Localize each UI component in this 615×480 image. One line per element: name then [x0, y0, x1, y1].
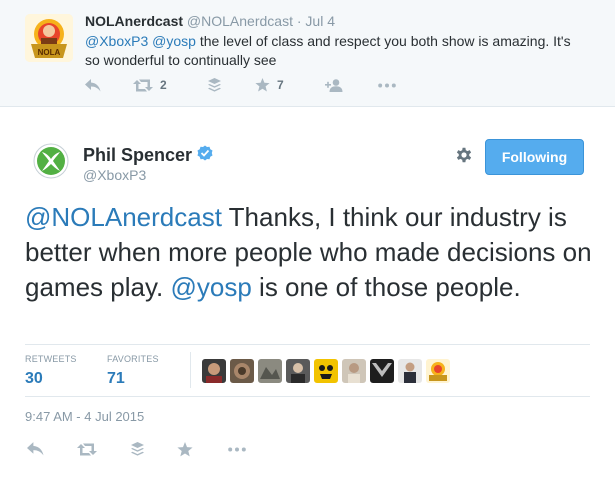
- favoriter-avatar-3[interactable]: [258, 359, 282, 383]
- stack-icon: [131, 442, 144, 456]
- favoriter-avatar-6[interactable]: [342, 359, 366, 383]
- retweet-button[interactable]: 2: [133, 76, 167, 94]
- favoriter-avatar-2[interactable]: [230, 359, 254, 383]
- reply-button[interactable]: [27, 440, 44, 458]
- favoriter-avatar-1[interactable]: [202, 359, 226, 383]
- reply-button[interactable]: [85, 76, 101, 94]
- more-dots-icon: [378, 83, 396, 88]
- reply-icon: [27, 442, 44, 456]
- tweet-actions: [25, 440, 325, 460]
- favoriters-avatars: [202, 359, 450, 383]
- retweets-stat[interactable]: RETWEETS 30: [25, 354, 77, 388]
- favorites-stat[interactable]: FAVORITES 71: [107, 354, 159, 388]
- tweet-permalink: NOLA NOLAnerdcast @NOLAnerdcast · Jul 4 …: [0, 0, 615, 480]
- stats-divider-top: [25, 344, 590, 345]
- more-dots-icon: [228, 447, 246, 452]
- stats-divider-bottom: [25, 396, 590, 397]
- more-button[interactable]: [228, 440, 246, 458]
- retweet-button[interactable]: [77, 440, 97, 458]
- favorite-count: 7: [277, 78, 284, 92]
- buffer-button[interactable]: [131, 440, 144, 458]
- tweet-text: @NOLAnerdcast Thanks, I think our indust…: [25, 200, 595, 305]
- svg-text:NOLA: NOLA: [38, 48, 61, 57]
- author-name-text: Phil Spencer: [83, 145, 193, 165]
- parent-author-handle[interactable]: @NOLAnerdcast: [187, 13, 293, 29]
- tweet-text-part: is one of those people.: [251, 272, 521, 302]
- retweet-icon: [77, 443, 97, 456]
- following-button[interactable]: Following: [485, 139, 584, 175]
- gear-icon: [455, 147, 473, 168]
- parent-tweet-actions: 2 7: [85, 76, 415, 96]
- follow-user-button[interactable]: [325, 76, 343, 94]
- parent-tweet-header: NOLAnerdcast @NOLAnerdcast · Jul 4: [85, 13, 335, 29]
- more-button[interactable]: [378, 76, 396, 94]
- favorite-button[interactable]: [177, 440, 193, 458]
- favoriter-avatar-8[interactable]: [398, 359, 422, 383]
- parent-tweet-text: @XboxP3 @yosp the level of class and res…: [85, 32, 585, 70]
- mention-link[interactable]: @yosp: [152, 33, 196, 49]
- retweets-count: 30: [25, 370, 43, 387]
- verified-badge-icon: [197, 145, 213, 166]
- buffer-button[interactable]: [208, 76, 221, 94]
- gear-button[interactable]: [455, 146, 475, 166]
- favorite-button[interactable]: 7: [255, 76, 284, 94]
- mention-link[interactable]: @NOLAnerdcast: [25, 202, 222, 232]
- tweet-timestamp[interactable]: 9:47 AM - 4 Jul 2015: [25, 409, 144, 424]
- star-icon: [255, 78, 270, 92]
- favoriter-avatar-7[interactable]: [370, 359, 394, 383]
- reply-icon: [85, 78, 101, 92]
- star-icon: [177, 441, 193, 457]
- stack-icon: [208, 78, 221, 92]
- favoriter-avatar-9[interactable]: [426, 359, 450, 383]
- retweets-label: RETWEETS: [25, 354, 77, 364]
- favoriter-avatar-4[interactable]: [286, 359, 310, 383]
- parent-author-name[interactable]: NOLAnerdcast: [85, 13, 183, 29]
- favorites-label: FAVORITES: [107, 354, 159, 364]
- favoriter-avatar-5[interactable]: [314, 359, 338, 383]
- parent-tweet-date[interactable]: Jul 4: [305, 13, 335, 29]
- retweet-icon: [133, 79, 153, 92]
- parent-separator: ·: [296, 13, 302, 29]
- parent-tweet[interactable]: NOLA NOLAnerdcast @NOLAnerdcast · Jul 4 …: [0, 0, 615, 107]
- author-handle[interactable]: @XboxP3: [83, 167, 146, 183]
- xbox-logo-icon[interactable]: [33, 143, 69, 179]
- retweet-count: 2: [160, 78, 167, 92]
- follow-user-icon: [325, 78, 343, 92]
- favorites-count: 71: [107, 370, 125, 387]
- mention-link[interactable]: @yosp: [170, 272, 251, 302]
- mention-link[interactable]: @XboxP3: [85, 33, 148, 49]
- stats-vertical-divider: [190, 352, 191, 388]
- author-name[interactable]: Phil Spencer: [83, 145, 213, 166]
- nolanerdcast-logo-icon[interactable]: NOLA: [25, 14, 73, 62]
